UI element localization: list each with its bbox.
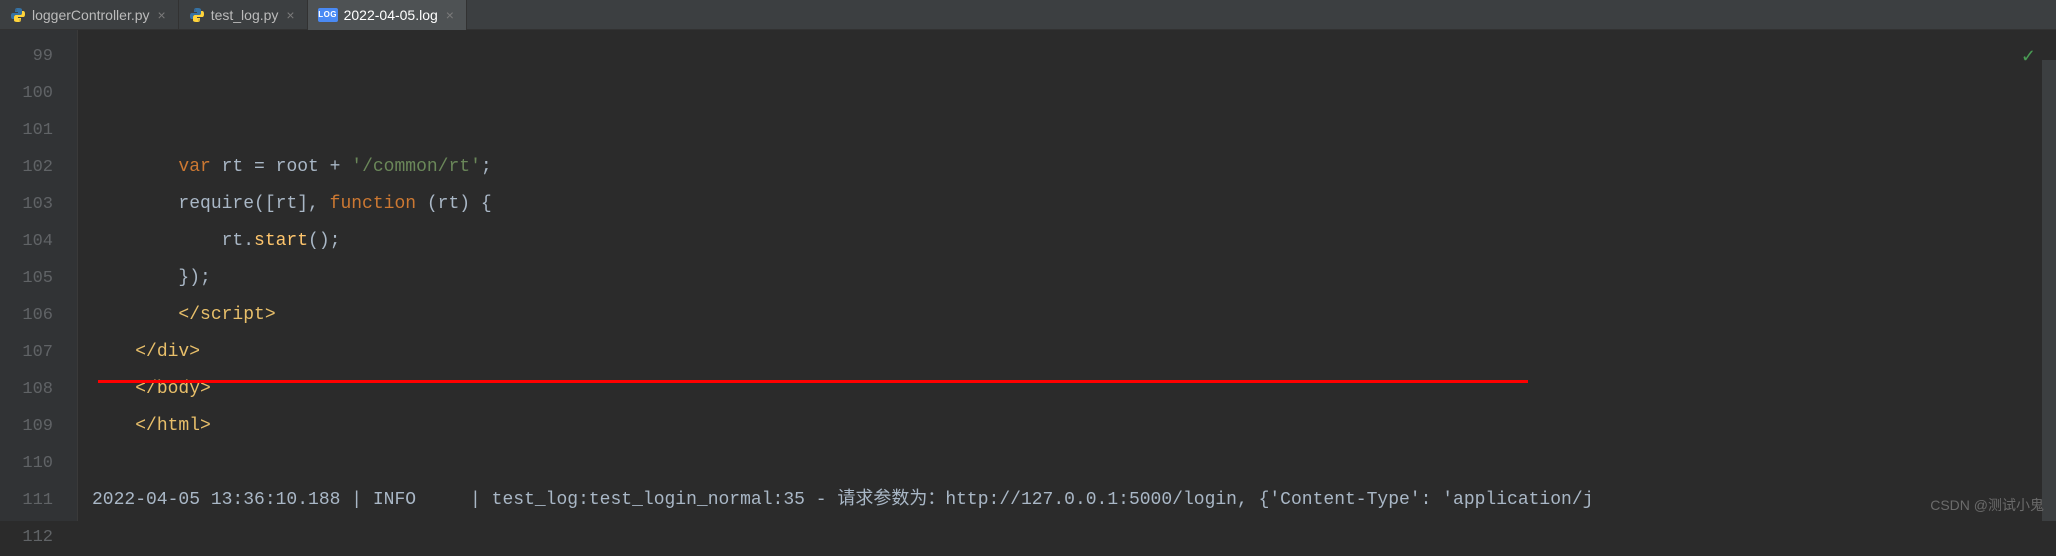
line-number: 107 bbox=[0, 334, 77, 371]
code-line: require([rt], function (rt) { bbox=[92, 186, 2056, 223]
tab-label: loggerController.py bbox=[32, 7, 150, 23]
code-area[interactable]: var rt = root + '/common/rt'; require([r… bbox=[78, 30, 2056, 521]
tab-bar: loggerController.py × test_log.py × LOG … bbox=[0, 0, 2056, 30]
tab-test-log[interactable]: test_log.py × bbox=[179, 0, 308, 30]
log-icon: LOG bbox=[318, 8, 338, 22]
code-line bbox=[92, 445, 2056, 482]
line-number: 104 bbox=[0, 223, 77, 260]
scrollbar[interactable] bbox=[2042, 60, 2056, 521]
code-line: </html> bbox=[92, 408, 2056, 445]
line-number: 109 bbox=[0, 408, 77, 445]
line-number: 112 bbox=[0, 519, 77, 556]
close-icon[interactable]: × bbox=[284, 7, 296, 23]
code-line: 2022-04-05 13:36:10.188 | INFO | test_lo… bbox=[92, 482, 2056, 519]
line-number: 103 bbox=[0, 186, 77, 223]
tab-label: 2022-04-05.log bbox=[344, 7, 438, 23]
line-number: 111 bbox=[0, 482, 77, 519]
code-line: rt.start(); bbox=[92, 223, 2056, 260]
tab-label: test_log.py bbox=[211, 7, 279, 23]
tab-logger-controller[interactable]: loggerController.py × bbox=[0, 0, 179, 30]
line-number: 108 bbox=[0, 371, 77, 408]
code-line: </script> bbox=[92, 297, 2056, 334]
code-line bbox=[92, 112, 2056, 149]
line-number: 105 bbox=[0, 260, 77, 297]
line-number: 100 bbox=[0, 75, 77, 112]
analysis-ok-icon[interactable]: ✓ bbox=[2021, 40, 2036, 77]
close-icon[interactable]: × bbox=[444, 7, 456, 23]
code-line: }); bbox=[92, 260, 2056, 297]
tab-log-file[interactable]: LOG 2022-04-05.log × bbox=[308, 0, 467, 30]
line-number: 106 bbox=[0, 297, 77, 334]
close-icon[interactable]: × bbox=[156, 7, 168, 23]
editor: 9910010110210310410510610710810911011111… bbox=[0, 30, 2056, 521]
line-gutter: 9910010110210310410510610710810911011111… bbox=[0, 30, 78, 521]
watermark: CSDN @测试小鬼 bbox=[1930, 495, 2044, 515]
red-underline bbox=[98, 380, 1528, 383]
code-line: var rt = root + '/common/rt'; bbox=[92, 149, 2056, 186]
code-line: </div> bbox=[92, 334, 2056, 371]
code-line: </body> bbox=[92, 371, 2056, 408]
line-number: 110 bbox=[0, 445, 77, 482]
python-icon bbox=[189, 7, 205, 23]
line-number: 102 bbox=[0, 149, 77, 186]
line-number: 99 bbox=[0, 38, 77, 75]
python-icon bbox=[10, 7, 26, 23]
line-number: 101 bbox=[0, 112, 77, 149]
